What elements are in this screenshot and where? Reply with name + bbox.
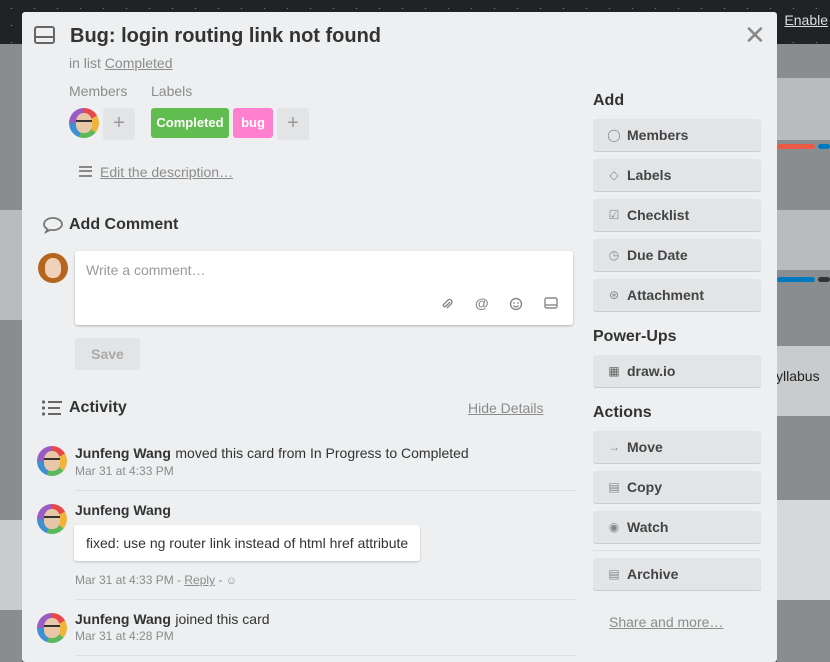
tag-icon: ◇ xyxy=(609,168,619,182)
activity-divider xyxy=(75,655,575,656)
card-title[interactable]: Bug: login routing link not found xyxy=(70,25,381,48)
description-icon xyxy=(79,166,92,177)
board-label-strip xyxy=(777,277,815,282)
archive-button[interactable]: ▤ Archive xyxy=(593,558,761,590)
meta-separator: - xyxy=(173,573,185,587)
activity-divider xyxy=(75,599,575,600)
powerups-heading: Power-Ups xyxy=(593,328,677,345)
sidebar-divider xyxy=(593,550,761,551)
activity-date[interactable]: Mar 31 at 4:33 PM xyxy=(75,464,174,478)
activity-date[interactable]: Mar 31 at 4:28 PM xyxy=(75,629,174,643)
checkbox-icon: ☑ xyxy=(608,208,620,222)
activity-date[interactable]: Mar 31 at 4:33 PM xyxy=(75,573,174,587)
add-member-button[interactable]: + xyxy=(103,108,135,140)
mention-icon[interactable]: @ xyxy=(475,295,489,311)
board-label-strip xyxy=(818,144,830,149)
list-link[interactable]: Completed xyxy=(105,55,173,71)
label-bug[interactable]: bug xyxy=(233,108,273,138)
label-completed[interactable]: Completed xyxy=(151,108,229,138)
card-icon: ▤ xyxy=(608,480,620,494)
board-card xyxy=(0,210,22,320)
enable-link[interactable]: Enable xyxy=(784,12,828,28)
board-card xyxy=(777,500,830,600)
due-date-button[interactable]: ◷ Due Date xyxy=(593,239,761,271)
share-and-more-link[interactable]: Share and more… xyxy=(609,614,723,630)
save-comment-button[interactable]: Save xyxy=(75,338,140,370)
copy-button[interactable]: ▤ Copy xyxy=(593,471,761,503)
actions-heading: Actions xyxy=(593,404,652,421)
activity-text: joined this card xyxy=(175,611,270,627)
card-icon xyxy=(34,26,55,44)
comment-meta: Mar 31 at 4:33 PM - Reply - ☺ xyxy=(75,573,237,587)
board-label-strip xyxy=(818,277,830,282)
add-comment-heading: Add Comment xyxy=(69,216,179,233)
clock-icon: ◷ xyxy=(608,248,620,262)
labels-heading: Labels xyxy=(151,83,193,99)
close-icon[interactable]: ✕ xyxy=(744,22,766,48)
board-card xyxy=(777,78,830,140)
emoji-icon[interactable] xyxy=(509,297,523,314)
board-card xyxy=(777,210,830,270)
archive-icon: ▤ xyxy=(608,567,620,581)
move-button[interactable]: → Move xyxy=(593,431,761,463)
eye-icon: ◉ xyxy=(608,520,620,534)
person-icon: ◯ xyxy=(607,128,621,142)
activity-text: moved this card from In Progress to Comp… xyxy=(175,445,469,461)
comment-input[interactable]: Write a comment… @ xyxy=(75,251,573,325)
board-card-text: yllabus xyxy=(776,368,820,384)
add-label-button[interactable]: + xyxy=(277,108,309,140)
list-breadcrumb: in list Completed xyxy=(69,55,173,71)
activity-item: Junfeng Wang moved this card from In Pro… xyxy=(75,445,469,463)
activity-avatar[interactable] xyxy=(37,504,67,534)
members-heading: Members xyxy=(69,83,128,99)
card-link-icon[interactable] xyxy=(544,297,558,312)
activity-avatar[interactable] xyxy=(37,446,67,476)
meta-separator: - xyxy=(215,573,226,587)
activity-author[interactable]: Junfeng Wang xyxy=(75,445,171,461)
activity-avatar[interactable] xyxy=(37,613,67,643)
card-detail-modal: Bug: login routing link not found ✕ in l… xyxy=(22,12,777,662)
activity-author[interactable]: Junfeng Wang xyxy=(75,611,171,627)
activity-icon xyxy=(41,400,63,421)
board-card xyxy=(0,520,22,610)
activity-divider xyxy=(75,490,575,491)
labels-button[interactable]: ◇ Labels xyxy=(593,159,761,191)
activity-item: Junfeng Wang joined this card xyxy=(75,611,270,629)
attach-icon[interactable] xyxy=(441,297,453,314)
activity-author[interactable]: Junfeng Wang xyxy=(75,502,171,518)
activity-heading: Activity xyxy=(69,399,127,416)
drawio-icon: ▦ xyxy=(608,364,620,378)
arrow-right-icon: → xyxy=(608,440,620,454)
in-list-prefix: in list xyxy=(69,55,101,71)
checklist-button[interactable]: ☑ Checklist xyxy=(593,199,761,231)
members-button[interactable]: ◯ Members xyxy=(593,119,761,151)
add-reaction-icon[interactable]: ☺ xyxy=(226,575,237,587)
drawio-button[interactable]: ▦ draw.io xyxy=(593,355,761,387)
comment-placeholder: Write a comment… xyxy=(86,262,206,278)
add-heading: Add xyxy=(593,92,625,109)
reply-link[interactable]: Reply xyxy=(184,573,215,587)
current-user-avatar xyxy=(38,253,68,283)
comment-bubble: fixed: use ng router link instead of htm… xyxy=(74,525,421,561)
member-avatar[interactable] xyxy=(69,108,99,138)
paperclip-icon: ⊛ xyxy=(608,288,620,302)
hide-details-link[interactable]: Hide Details xyxy=(468,400,543,416)
edit-description-link[interactable]: Edit the description… xyxy=(100,164,233,180)
comment-icon xyxy=(42,216,64,239)
watch-button[interactable]: ◉ Watch xyxy=(593,511,761,543)
board-label-strip xyxy=(777,144,815,149)
attachment-button[interactable]: ⊛ Attachment xyxy=(593,279,761,311)
